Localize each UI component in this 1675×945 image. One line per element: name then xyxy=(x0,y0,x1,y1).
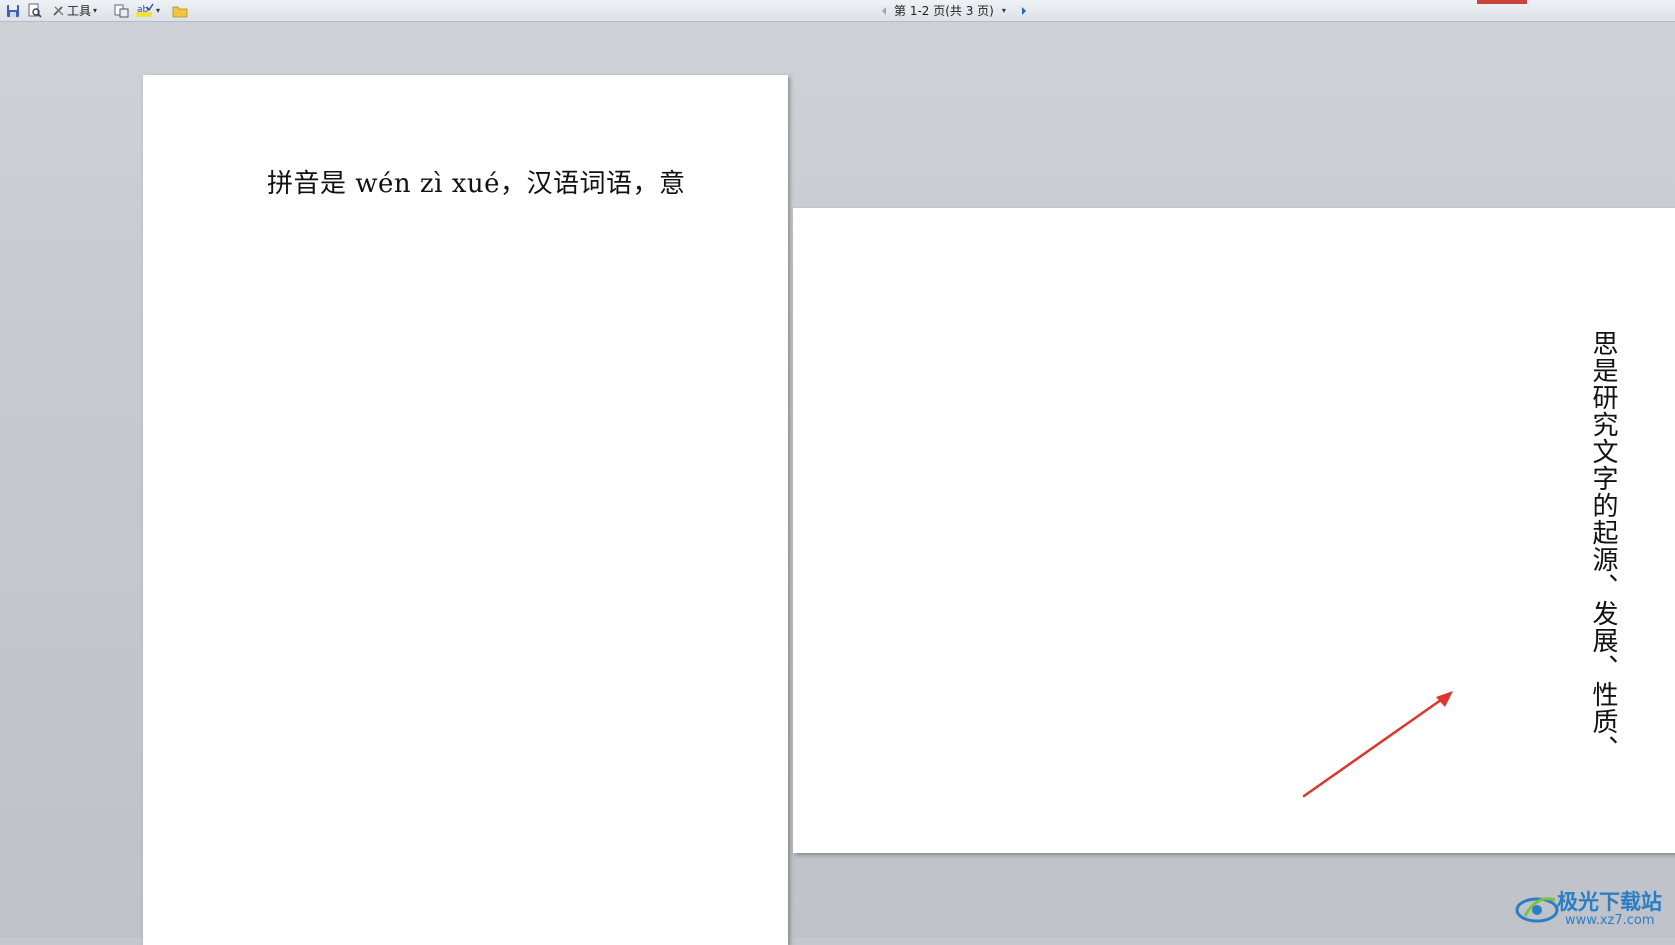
page-2-vertical-text: 思是研究文字的起源、发展、性质、 xyxy=(1588,330,1618,762)
next-page-button[interactable] xyxy=(1020,6,1028,16)
window-accent-bar xyxy=(1477,0,1527,4)
prev-page-icon xyxy=(882,6,886,15)
svg-text:ab: ab xyxy=(137,5,149,15)
next-page-icon xyxy=(1021,6,1026,15)
watermark: 极光下载站 www.xz7.com xyxy=(1515,884,1670,934)
reading-toolbar: 工具 ▾ ab ▾ 第 1-2 页(共 3 页) ▾ xyxy=(0,0,1675,22)
prev-page-button[interactable] xyxy=(880,6,888,16)
zoom-icon xyxy=(114,4,128,18)
tools-menu-label: 工具 xyxy=(67,4,92,18)
annotation-arrow-icon xyxy=(1302,691,1453,798)
save-button[interactable] xyxy=(4,2,22,19)
spellcheck-button[interactable]: ab ▾ xyxy=(136,2,166,19)
print-preview-button[interactable] xyxy=(25,2,43,19)
tools-icon xyxy=(53,6,64,16)
page-navigation: 第 1-2 页(共 3 页) ▾ xyxy=(880,2,1028,19)
document-page-2: 思是研究文字的起源、发展、性质、 xyxy=(793,208,1675,853)
save-icon xyxy=(7,4,19,17)
document-workspace: 工具 ▾ ab ▾ 第 1-2 页(共 3 页) ▾ 拼音是 wén zì xu… xyxy=(0,0,1675,945)
watermark-url: www.xz7.com xyxy=(1565,913,1655,928)
watermark-logo-icon xyxy=(1515,897,1559,923)
watermark-title: 极光下载站 xyxy=(1557,890,1662,914)
document-page-1: 拼音是 wén zì xué，汉语词语，意 xyxy=(143,75,788,945)
folder-icon xyxy=(172,6,188,17)
tools-menu-button[interactable]: 工具 ▾ xyxy=(52,2,107,19)
page-indicator[interactable]: 第 1-2 页(共 3 页) xyxy=(894,2,994,19)
chevron-down-icon: ▾ xyxy=(156,6,161,15)
spellcheck-icon: ab xyxy=(136,3,154,17)
page-1-text: 拼音是 wén zì xué，汉语词语，意 xyxy=(267,169,686,199)
zoom-button[interactable] xyxy=(112,2,130,19)
print-preview-icon xyxy=(28,3,42,18)
chevron-down-icon: ▾ xyxy=(93,6,98,15)
folder-button[interactable] xyxy=(170,2,190,19)
chevron-down-icon[interactable]: ▾ xyxy=(1002,6,1006,15)
